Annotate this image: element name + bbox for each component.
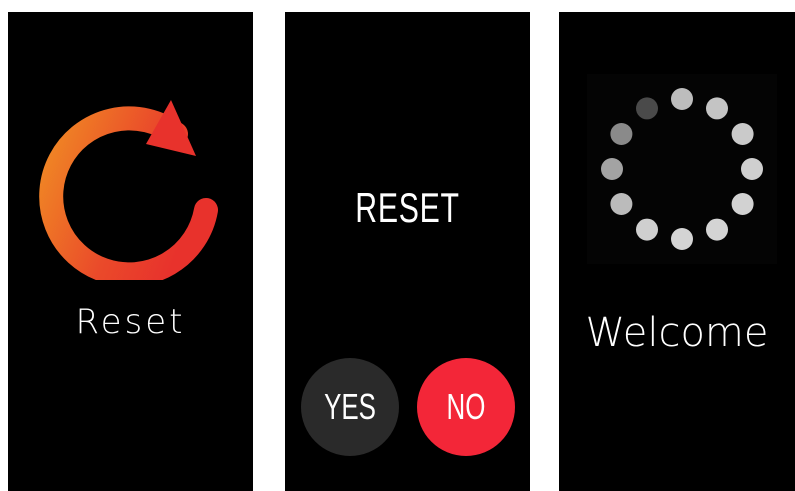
loading-spinner-icon [587,74,777,264]
spinner-dot [706,97,728,120]
spinner-dot [671,88,693,110]
welcome-screen: Welcome [559,12,795,491]
yes-button[interactable]: YES [301,358,399,456]
confirm-screen: RESET YES NO [285,12,530,491]
welcome-label: Welcome [585,310,769,356]
spinner-dot [610,123,633,145]
no-button[interactable]: NO [417,358,515,456]
spinner-dot [731,123,754,145]
spinner-dot [601,158,623,180]
yes-button-label: YES [324,386,376,427]
spinner-dot [636,218,658,241]
spinner-dot [731,193,754,215]
no-button-label: NO [446,386,486,427]
spinner-dot [610,193,633,215]
spinner-dot [671,228,693,250]
spinner-dot [636,97,658,120]
spinner-dot [706,218,728,241]
reset-label: Reset [75,302,186,342]
confirm-title: RESET [355,184,460,231]
spinner-dot [741,158,763,180]
reset-screen: Reset [8,12,253,491]
reset-arrow-icon[interactable] [38,100,218,280]
